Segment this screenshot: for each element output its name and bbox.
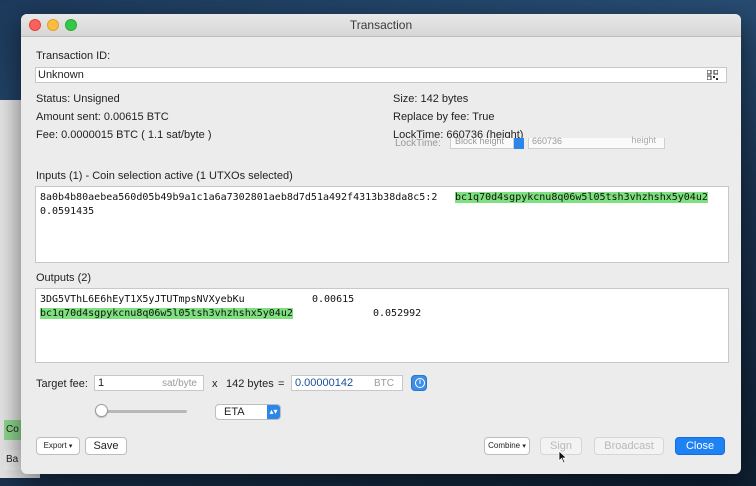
- fee-slider-track[interactable]: [101, 410, 187, 413]
- target-fee-label: Target fee:: [36, 378, 88, 390]
- inputs-list[interactable]: 8a0b4b80aebea560d05b49b9a1c1a6a7302801ae…: [35, 186, 729, 263]
- input-address: bc1q70d4sgpykcnu8q06w5l05tsh3vhzhshx5y04…: [455, 192, 708, 203]
- size-text: Size: 142 bytes: [393, 93, 469, 105]
- mouse-cursor-icon: [558, 450, 568, 464]
- feerate-unit: sat/byte: [161, 378, 197, 389]
- inputs-label: Inputs (1) - Coin selection active (1 UT…: [36, 170, 293, 182]
- qrcode-icon[interactable]: [707, 70, 718, 80]
- save-button[interactable]: Save: [85, 437, 127, 455]
- output-amount: 0.00615: [312, 294, 355, 305]
- close-button[interactable]: Close: [675, 437, 725, 455]
- equals-sign: =: [278, 378, 285, 390]
- feerate-value: 1: [98, 377, 105, 389]
- ghost-locktime-mode: Block height: [450, 136, 514, 149]
- input-amount: 0.0591435: [40, 206, 95, 217]
- combine-button[interactable]: Combine ▾: [484, 437, 530, 455]
- txid-field[interactable]: Unknown: [35, 67, 727, 83]
- transaction-window: Transaction Transaction ID: Unknown Stat…: [21, 14, 741, 474]
- updown-arrow-icon: ▴▾: [267, 405, 280, 419]
- ghost-locktime-arrow-icon: [514, 138, 524, 149]
- status-text: Status: Unsigned: [36, 93, 120, 105]
- minimize-window-icon[interactable]: [47, 19, 59, 31]
- window-title: Transaction: [349, 18, 413, 32]
- ghost-locktime-label: LockTime:: [395, 138, 441, 149]
- times-sign: x: [212, 378, 218, 390]
- maximize-window-icon[interactable]: [65, 19, 77, 31]
- feerate-input[interactable]: 1 sat/byte: [94, 375, 204, 391]
- fee-text: Fee: 0.0000015 BTC ( 1.1 sat/byte ): [36, 129, 212, 141]
- fee-amount-unit: BTC: [374, 378, 394, 389]
- txid-label: Transaction ID:: [36, 50, 111, 62]
- output-address-change: bc1q70d4sgpykcnu8q06w5l05tsh3vhzhshx5y04…: [40, 308, 293, 319]
- amount-sent-text: Amount sent: 0.00615 BTC: [36, 111, 169, 123]
- outputs-list[interactable]: 3DG5VThL6E6hEyT1X5yJTUTmpsNVXyebKu 0.006…: [35, 288, 729, 363]
- tx-bytes-text: 142 bytes: [226, 378, 274, 390]
- txid-value: Unknown: [38, 69, 84, 81]
- fee-method-select[interactable]: ETA ▴▾: [215, 404, 281, 420]
- input-outpoint: 8a0b4b80aebea560d05b49b9a1c1a6a7302801ae…: [40, 192, 438, 203]
- broadcast-button[interactable]: Broadcast: [594, 437, 664, 455]
- outputs-label: Outputs (2): [36, 272, 92, 284]
- info-icon[interactable]: i: [411, 375, 427, 391]
- fee-amount-value: 0.00000142: [295, 377, 354, 389]
- title-bar: Transaction: [21, 14, 741, 37]
- fee-slider-handle[interactable]: [95, 404, 108, 417]
- rbf-text: Replace by fee: True: [393, 111, 495, 123]
- export-button[interactable]: Export ▾: [36, 437, 80, 455]
- close-window-icon[interactable]: [29, 19, 41, 31]
- output-amount-change: 0.052992: [373, 308, 422, 319]
- ghost-locktime-value: 660736 height: [528, 135, 665, 149]
- chevron-down-icon: ▾: [68, 443, 73, 450]
- fee-amount-input[interactable]: 0.00000142 BTC: [291, 375, 403, 391]
- fee-method-value: ETA: [224, 406, 245, 418]
- chevron-down-icon: ▾: [522, 443, 526, 450]
- output-address: 3DG5VThL6E6hEyT1X5yJTUTmpsNVXyebKu: [40, 294, 245, 305]
